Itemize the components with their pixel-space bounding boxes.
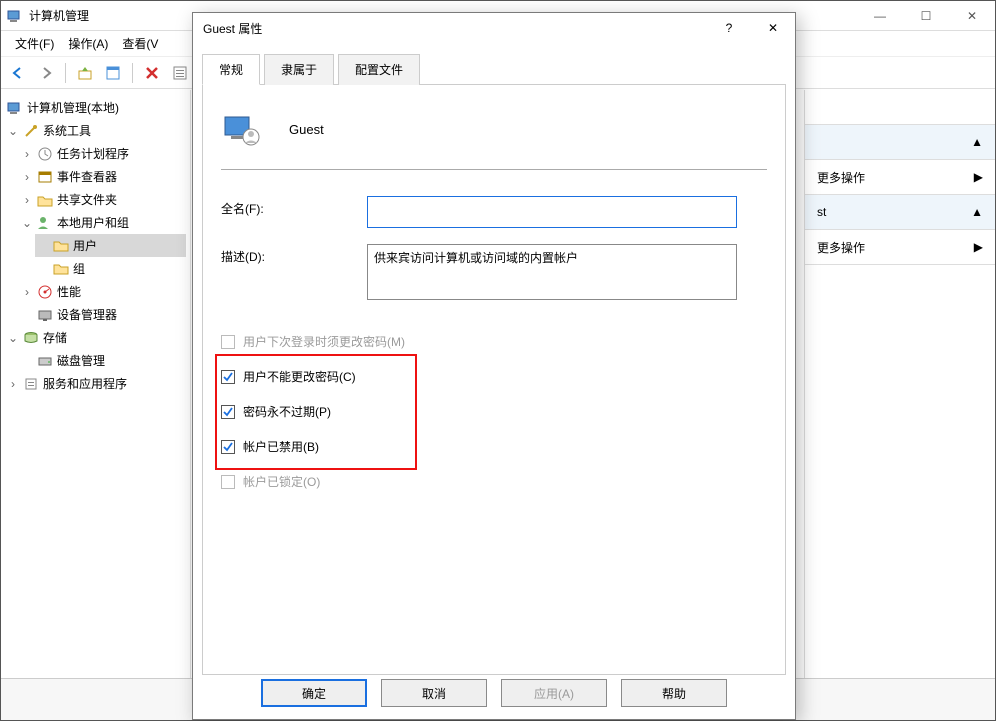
caret-down-icon: ⌄ bbox=[7, 124, 19, 138]
actions-more-1[interactable]: 更多操作 ▶ bbox=[805, 160, 995, 195]
tree-shared-folders[interactable]: › 共享文件夹 bbox=[19, 188, 186, 211]
tab-member-of[interactable]: 隶属于 bbox=[264, 54, 334, 85]
event-icon bbox=[37, 169, 53, 185]
back-button[interactable] bbox=[7, 62, 29, 84]
user-icon bbox=[221, 109, 261, 149]
tree-groups[interactable]: › 组 bbox=[35, 257, 186, 280]
performance-icon bbox=[37, 284, 53, 300]
up-button[interactable] bbox=[74, 62, 96, 84]
tab-profile[interactable]: 配置文件 bbox=[338, 54, 420, 85]
navigation-tree[interactable]: 计算机管理(本地) ⌄ 系统工具 › 任务计划程序 › 事件查看器 bbox=[1, 90, 191, 720]
shared-folder-icon bbox=[37, 192, 53, 208]
caret-down-icon: ⌄ bbox=[21, 216, 33, 230]
computer-icon bbox=[7, 100, 23, 116]
users-icon bbox=[37, 215, 53, 231]
maximize-button[interactable]: ☐ bbox=[903, 1, 949, 31]
apply-button[interactable]: 应用(A) bbox=[501, 679, 607, 707]
tree-services-apps[interactable]: › 服务和应用程序 bbox=[5, 372, 186, 395]
dialog-button-row: 确定 取消 应用(A) 帮助 bbox=[193, 673, 795, 713]
tree-event-viewer[interactable]: › 事件查看器 bbox=[19, 165, 186, 188]
tools-icon bbox=[23, 123, 39, 139]
tree-performance[interactable]: › 性能 bbox=[19, 280, 186, 303]
fullname-input[interactable] bbox=[367, 196, 737, 228]
checkbox-icon bbox=[221, 370, 235, 384]
checkbox-icon bbox=[221, 475, 235, 489]
folder-icon bbox=[53, 261, 69, 277]
properties-button[interactable] bbox=[102, 62, 124, 84]
services-icon bbox=[23, 376, 39, 392]
caret-right-icon: › bbox=[21, 147, 33, 161]
description-label: 描述(D): bbox=[221, 244, 367, 265]
main-window-title: 计算机管理 bbox=[29, 7, 89, 24]
forward-button[interactable] bbox=[35, 62, 57, 84]
delete-button[interactable] bbox=[141, 62, 163, 84]
dialog-titlebar: Guest 属性 ? ✕ bbox=[193, 13, 795, 43]
dialog-help-button[interactable]: ? bbox=[707, 14, 751, 42]
clock-icon bbox=[37, 146, 53, 162]
chevron-right-icon: ▶ bbox=[974, 170, 983, 184]
checkbox-icon bbox=[221, 440, 235, 454]
refresh-button[interactable] bbox=[169, 62, 191, 84]
close-button[interactable]: ✕ bbox=[949, 1, 995, 31]
tree-system-tools[interactable]: ⌄ 系统工具 bbox=[5, 119, 186, 142]
collapse-up-icon: ▲ bbox=[971, 205, 983, 219]
check-account-disabled[interactable]: 帐户已禁用(B) bbox=[221, 429, 767, 464]
check-password-never-expires[interactable]: 密码永不过期(P) bbox=[221, 394, 767, 429]
checkbox-icon bbox=[221, 335, 235, 349]
tree-device-manager[interactable]: › 设备管理器 bbox=[19, 303, 186, 326]
actions-pane: ▲ 更多操作 ▶ st ▲ 更多操作 ▶ bbox=[805, 90, 995, 720]
menu-action[interactable]: 操作(A) bbox=[62, 33, 114, 54]
app-icon bbox=[7, 8, 23, 24]
storage-icon bbox=[23, 330, 39, 346]
actions-more-2[interactable]: 更多操作 ▶ bbox=[805, 230, 995, 265]
divider bbox=[221, 169, 767, 170]
guest-properties-dialog: Guest 属性 ? ✕ 常规 隶属于 配置文件 Guest 全名(F): bbox=[192, 12, 796, 720]
tree-task-scheduler[interactable]: › 任务计划程序 bbox=[19, 142, 186, 165]
device-icon bbox=[37, 307, 53, 323]
ok-button[interactable]: 确定 bbox=[261, 679, 367, 707]
checkbox-icon bbox=[221, 405, 235, 419]
dialog-title: Guest 属性 bbox=[203, 20, 262, 37]
dialog-tabs: 常规 隶属于 配置文件 bbox=[202, 53, 786, 85]
disk-icon bbox=[37, 353, 53, 369]
tab-general-page: Guest 全名(F): 描述(D): 用户下次登录时须更改密码(M) 用户不能… bbox=[202, 85, 786, 675]
collapse-up-icon: ▲ bbox=[971, 135, 983, 149]
chevron-right-icon: ▶ bbox=[974, 240, 983, 254]
minimize-button[interactable]: — bbox=[857, 1, 903, 31]
tree-disk-management[interactable]: › 磁盘管理 bbox=[19, 349, 186, 372]
tree-root[interactable]: 计算机管理(本地) bbox=[5, 96, 186, 119]
menu-file[interactable]: 文件(F) bbox=[9, 33, 60, 54]
check-cannot-change-password[interactable]: 用户不能更改密码(C) bbox=[221, 359, 767, 394]
menu-view[interactable]: 查看(V bbox=[116, 33, 164, 54]
actions-pane-subheader[interactable]: st ▲ bbox=[805, 195, 995, 230]
cancel-button[interactable]: 取消 bbox=[381, 679, 487, 707]
actions-pane-header[interactable]: ▲ bbox=[805, 125, 995, 160]
dialog-user-name: Guest bbox=[289, 122, 324, 137]
check-must-change-password: 用户下次登录时须更改密码(M) bbox=[221, 324, 767, 359]
dialog-close-button[interactable]: ✕ bbox=[751, 14, 795, 42]
help-button[interactable]: 帮助 bbox=[621, 679, 727, 707]
folder-icon bbox=[53, 238, 69, 254]
tab-general[interactable]: 常规 bbox=[202, 54, 260, 85]
check-account-locked: 帐户已锁定(O) bbox=[221, 464, 767, 499]
description-input[interactable] bbox=[367, 244, 737, 300]
fullname-label: 全名(F): bbox=[221, 196, 367, 217]
tree-local-users-groups[interactable]: ⌄ 本地用户和组 bbox=[19, 211, 186, 234]
tree-storage[interactable]: ⌄ 存储 bbox=[5, 326, 186, 349]
tree-users[interactable]: › 用户 bbox=[35, 234, 186, 257]
